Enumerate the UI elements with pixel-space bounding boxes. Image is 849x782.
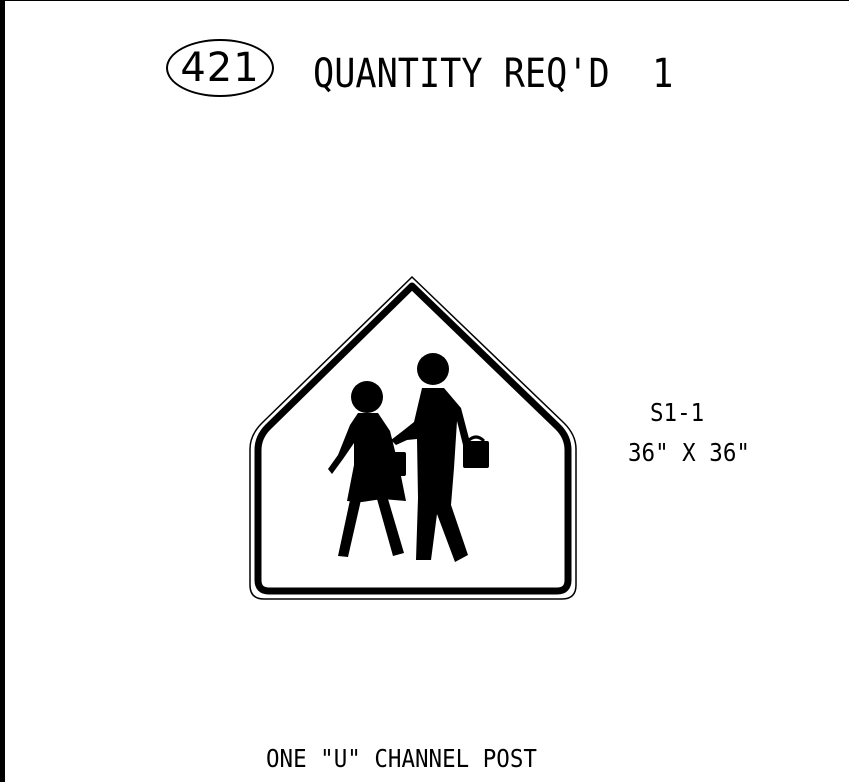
quantity-label: QUANTITY REQ'D: [313, 51, 610, 97]
quantity-value: 1: [652, 51, 674, 97]
post-note: ONE "U" CHANNEL POST: [266, 744, 537, 773]
drawing-frame-top-border: [0, 0, 849, 1]
school-crossing-sign: [249, 275, 577, 600]
drawing-frame-left-border: [0, 0, 5, 782]
sign-size: 36" X 36": [628, 438, 750, 467]
quantity-header: QUANTITY REQ'D 1: [313, 48, 673, 100]
sign-number-oval: 421: [166, 39, 274, 97]
sign-code: S1-1: [650, 398, 705, 427]
sign-number: 421: [180, 45, 260, 91]
